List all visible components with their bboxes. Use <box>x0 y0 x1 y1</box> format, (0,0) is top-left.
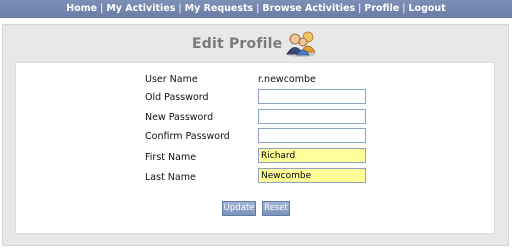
page-title: Edit Profile <box>192 36 283 52</box>
confirm-password-label: Confirm Password <box>145 131 230 142</box>
top-navigation: Home | My Activities | My Requests | Browse Ac… <box>0 0 512 18</box>
nav-my-activities[interactable]: My Activities <box>106 3 175 14</box>
nav-separator: | <box>402 3 406 14</box>
nav-profile[interactable]: Profile <box>364 3 399 14</box>
first-name-label: First Name <box>145 152 197 163</box>
nav-home[interactable]: Home <box>66 3 97 14</box>
old-password-field[interactable] <box>258 89 366 104</box>
confirm-password-field[interactable] <box>258 128 366 143</box>
reset-button[interactable]: Reset <box>262 201 290 216</box>
nav-separator: | <box>178 3 182 14</box>
users-group-icon <box>286 31 316 57</box>
nav-browse-activities[interactable]: Browse Activities <box>262 3 355 14</box>
nav-separator: | <box>358 3 362 14</box>
new-password-field[interactable] <box>258 109 366 124</box>
last-name-field[interactable] <box>258 168 366 183</box>
user-name-label: User Name <box>145 74 198 85</box>
old-password-label: Old Password <box>145 92 209 103</box>
new-password-label: New Password <box>145 112 214 123</box>
last-name-label: Last Name <box>145 172 196 183</box>
update-button[interactable]: Update <box>222 201 256 216</box>
nav-separator: | <box>100 3 104 14</box>
nav-logout[interactable]: Logout <box>408 3 445 14</box>
nav-my-requests[interactable]: My Requests <box>185 3 254 14</box>
user-name-value: r.newcombe <box>258 74 316 85</box>
first-name-field[interactable] <box>258 148 366 163</box>
nav-separator: | <box>256 3 260 14</box>
